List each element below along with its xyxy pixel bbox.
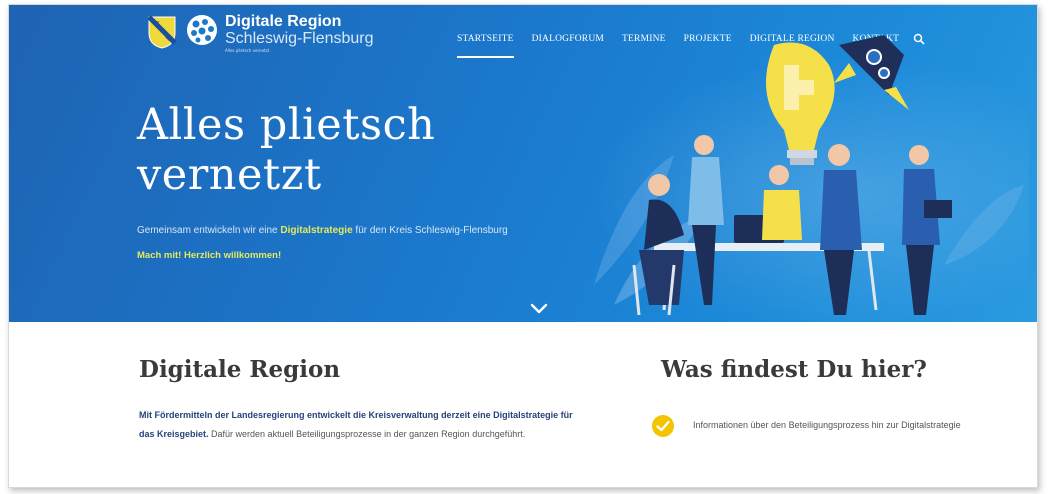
- globe-icon: [187, 15, 217, 45]
- person-beard: [820, 144, 862, 315]
- brand-subtitle: Schleswig-Flensburg: [225, 30, 374, 47]
- section-title: Digitale Region: [139, 356, 341, 383]
- hero-subline-before: Gemeinsam entwickeln wir eine: [137, 225, 281, 236]
- nav-item-startseite[interactable]: STARTSEITE: [457, 34, 514, 58]
- hero-headline-line1: Alles plietsch: [137, 100, 436, 150]
- person-right-laptop: [902, 145, 952, 315]
- chevron-down-icon[interactable]: [529, 303, 549, 315]
- hero-headline: Alles plietsch vernetzt: [137, 100, 435, 200]
- section-text-rest: Dafür werden aktuell Beteiligungsprozess…: [208, 429, 526, 439]
- aside-title: Was findest Du hier?: [661, 356, 927, 383]
- hero-cta: Mach mit! Herzlich willkommen!: [137, 250, 282, 261]
- brand-text: Digitale Region Schleswig-Flensburg Alle…: [225, 13, 374, 53]
- hero-subline: Gemeinsam entwickeln wir eine Digitalstr…: [137, 225, 508, 236]
- brand-title: Digitale Region: [225, 13, 342, 30]
- section-text: Mit Fördermitteln der Landesregierung en…: [139, 406, 589, 444]
- site-logo[interactable]: Digitale Region Schleswig-Flensburg Alle…: [147, 13, 374, 53]
- content-section: Digitale Region Mit Fördermitteln der La…: [9, 322, 1037, 487]
- lightbulb-icon: [766, 42, 835, 165]
- person-yellow-shirt: [762, 165, 802, 240]
- coat-of-arms-icon: [147, 15, 177, 49]
- aside-item: Informationen über den Beteiligungsproze…: [693, 420, 961, 430]
- hero-banner: Digitale Region Schleswig-Flensburg Alle…: [9, 5, 1037, 322]
- browser-frame: Digitale Region Schleswig-Flensburg Alle…: [8, 4, 1038, 488]
- team-illustration: [594, 35, 1024, 316]
- person-standing-woman: [688, 135, 724, 305]
- hero-subline-after: für den Kreis Schleswig-Flensburg: [352, 225, 508, 236]
- check-circle-icon: [652, 415, 674, 437]
- hero-subline-highlight: Digitalstrategie: [280, 225, 353, 236]
- brand-tagline: Alles plietsch vernetzt: [225, 48, 270, 53]
- hero-headline-line2: vernetzt: [137, 150, 322, 200]
- rocket-icon: [834, 35, 909, 110]
